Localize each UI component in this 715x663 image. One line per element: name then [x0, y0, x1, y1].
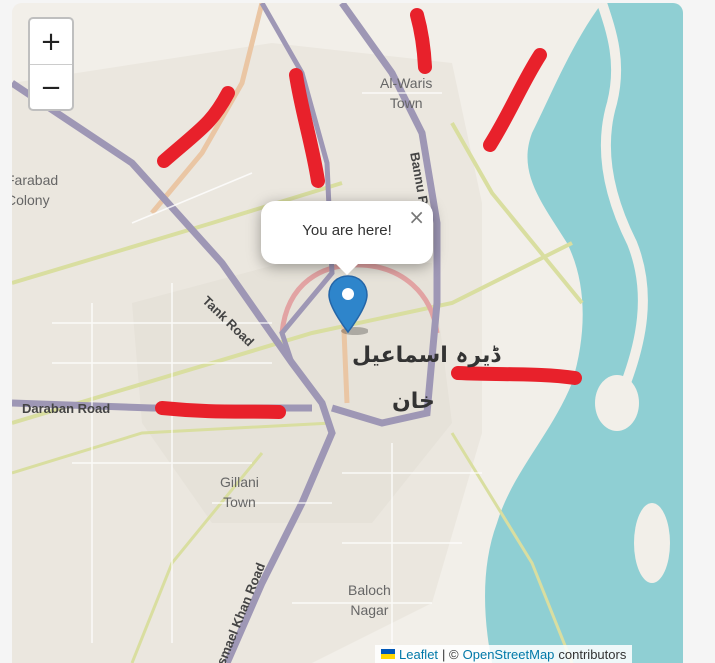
zoom-in-button[interactable]: + [30, 19, 72, 64]
page-gutter [683, 0, 715, 663]
map-marker-icon[interactable] [328, 275, 369, 341]
popup-text: You are here! [302, 222, 392, 239]
ukraine-flag-icon [381, 649, 395, 659]
close-icon[interactable]: × [408, 207, 425, 227]
location-popup: You are here! × [261, 201, 433, 264]
label-al-waris-town: Al-Waris Town [380, 75, 433, 111]
attribution-separator: | © [442, 646, 459, 662]
popup-tip [334, 262, 360, 275]
label-gillani-town: Gillani Town [220, 474, 259, 510]
label-city-name-line2: خان [392, 389, 435, 414]
attribution-contributors: contributors [558, 646, 627, 662]
leaflet-link[interactable]: Leaflet [399, 647, 438, 662]
openstreetmap-link[interactable]: OpenStreetMap [463, 647, 555, 662]
label-daraban-road: Daraban Road [22, 401, 111, 416]
label-city-name-line1: ڈیرہ اسماعیل [352, 343, 501, 368]
label-farabad-colony: Farabad Colony [12, 172, 59, 208]
label-baloch-nagar: Baloch Nagar [348, 582, 391, 618]
zoom-out-button[interactable]: − [30, 64, 72, 109]
map-attribution: Leaflet | © OpenStreetMap contributors [375, 645, 633, 663]
zoom-control: + − [28, 17, 74, 111]
